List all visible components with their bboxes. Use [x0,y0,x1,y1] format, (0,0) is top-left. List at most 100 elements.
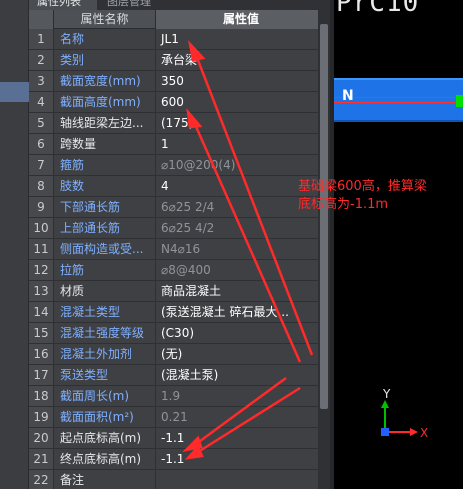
property-name: 材质 [54,281,156,301]
table-row[interactable]: 7 箍筋 ⌀10@200(4) [29,155,326,176]
row-index: 18 [29,386,54,406]
beam-end-grip[interactable] [456,95,463,107]
property-value[interactable]: N4⌀16 [156,239,326,259]
row-index: 6 [29,134,54,154]
table-row[interactable]: 11 侧面构造或受... N4⌀16 [29,239,326,260]
property-value[interactable]: (无) [156,344,326,364]
row-index: 17 [29,365,54,385]
property-value[interactable]: ⌀10@200(4) [156,155,326,175]
header-property-name: 属性名称 [54,10,156,29]
table-row[interactable]: 8 肢数 4 [29,176,326,197]
property-value[interactable]: (C30) [156,323,326,343]
header-index-cell [29,10,54,29]
scrollbar-thumb[interactable] [320,24,328,409]
row-index: 16 [29,344,54,364]
tab-property-list[interactable]: 属性列表 [29,0,97,10]
row-index: 1 [29,29,54,49]
table-row[interactable]: 10 上部通长筋 6⌀25 4/2 [29,218,326,239]
table-row[interactable]: 3 截面宽度(mm) 350 [29,71,326,92]
table-row[interactable]: 9 下部通长筋 6⌀25 2/4 [29,197,326,218]
row-index: 21 [29,449,54,469]
table-row[interactable]: 1 名称 JL1 [29,29,326,50]
property-name: 截面高度(mm) [54,92,156,112]
row-index: 4 [29,92,54,112]
table-row[interactable]: 22 备注 [29,470,326,489]
left-strip-selected-item[interactable] [0,82,29,102]
property-table-header: 属性名称 属性值 [29,10,326,29]
row-index: 10 [29,218,54,238]
table-row[interactable]: 12 拉筋 ⌀8@400 [29,260,326,281]
row-index: 14 [29,302,54,322]
property-name: 泵送类型 [54,365,156,385]
row-index: 22 [29,470,54,489]
axis-x-label: X [420,426,428,440]
property-value[interactable]: 承台梁 [156,50,326,70]
property-name: 类别 [54,50,156,70]
row-index: 12 [29,260,54,280]
property-value[interactable]: 1.9 [156,386,326,406]
annotation-line-1: 基础梁600高，推算梁 [298,179,427,194]
property-value[interactable]: 0.21 [156,407,326,427]
table-row[interactable]: 17 泵送类型 (混凝土泵) [29,365,326,386]
table-row[interactable]: 13 材质 商品混凝土 [29,281,326,302]
property-name: 轴线距梁左边... [54,113,156,133]
property-value[interactable]: -1.1 [156,428,326,448]
table-row[interactable]: 20 起点底标高(m) -1.1 [29,428,326,449]
property-value[interactable]: 350 [156,71,326,91]
drawing-canvas[interactable]: PrC10 N Y X [334,0,463,489]
row-index: 20 [29,428,54,448]
property-name: 上部通长筋 [54,218,156,238]
property-scrollbar[interactable] [318,10,330,489]
row-index: 11 [29,239,54,259]
table-row[interactable]: 15 混凝土强度等级 (C30) [29,323,326,344]
property-value[interactable]: 商品混凝土 [156,281,326,301]
property-name: 混凝土类型 [54,302,156,322]
table-row[interactable]: 16 混凝土外加剂 (无) [29,344,326,365]
panel-tabbar: 属性列表 图层管理 [29,0,334,10]
property-value[interactable]: ⌀8@400 [156,260,326,280]
row-index: 7 [29,155,54,175]
table-row[interactable]: 4 截面高度(mm) 600 [29,92,326,113]
table-row[interactable]: 18 截面周长(m) 1.9 [29,386,326,407]
property-name: 侧面构造或受... [54,239,156,259]
tab-layer-management[interactable]: 图层管理 [99,0,171,10]
property-value[interactable]: (泵送混凝土 碎石最大... [156,302,326,322]
property-value[interactable]: (混凝土泵) [156,365,326,385]
table-row[interactable]: 5 轴线距梁左边... (175) [29,113,326,134]
coordinate-axis: Y X [381,387,428,440]
table-row[interactable]: 21 终点底标高(m) -1.1 [29,449,326,470]
property-name: 混凝土强度等级 [54,323,156,343]
left-navigation-strip [0,0,29,489]
row-index: 3 [29,71,54,91]
table-row[interactable]: 6 跨数量 1 [29,134,326,155]
property-name: 拉筋 [54,260,156,280]
row-index: 9 [29,197,54,217]
property-name: 跨数量 [54,134,156,154]
property-panel: 属性列表 图层管理 属性名称 属性值 1 名称 JL1 2 类别 承台梁 3 截面宽度(mm)… [29,0,334,489]
annotation-line-2: 底标高为-1.1m [298,197,389,212]
property-value[interactable]: 600 [156,92,326,112]
property-name: 箍筋 [54,155,156,175]
property-value[interactable]: (175) [156,113,326,133]
property-value[interactable]: 6⌀25 4/2 [156,218,326,238]
header-property-value: 属性值 [156,10,326,29]
property-value[interactable]: JL1 [156,29,326,49]
property-name: 终点底标高(m) [54,449,156,469]
property-value[interactable]: 1 [156,134,326,154]
property-name: 截面周长(m) [54,386,156,406]
table-row[interactable]: 14 混凝土类型 (泵送混凝土 碎石最大... [29,302,326,323]
row-index: 5 [29,113,54,133]
property-name: 截面面积(m²) [54,407,156,427]
axis-x-arrow [410,428,418,436]
table-row[interactable]: 2 类别 承台梁 [29,50,326,71]
property-value[interactable] [156,470,326,489]
axis-origin [381,428,389,436]
table-row[interactable]: 19 截面面积(m²) 0.21 [29,407,326,428]
row-index: 13 [29,281,54,301]
property-value[interactable]: -1.1 [156,449,326,469]
annotation-note: 基础梁600高，推算梁 底标高为-1.1m [298,178,463,214]
row-index: 15 [29,323,54,343]
property-name: 下部通长筋 [54,197,156,217]
axis-y-label: Y [382,387,391,401]
axis-y-arrow [381,400,389,408]
